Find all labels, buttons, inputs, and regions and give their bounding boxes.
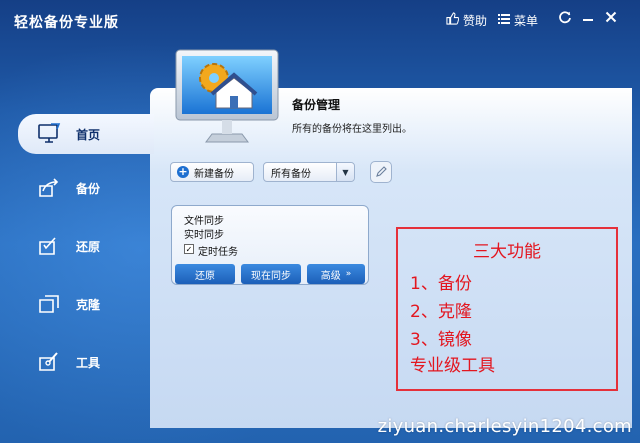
monitor-house-gear-illustration	[172, 48, 282, 144]
thumbs-up-icon	[446, 12, 460, 29]
sidebar-item-label: 还原	[76, 239, 101, 254]
app-title: 轻松备份专业版	[14, 15, 119, 31]
schedule-checkbox[interactable]: ✓	[184, 244, 194, 254]
menu-button[interactable]: 菜单	[498, 12, 538, 29]
schedule-label: 定时任务	[198, 247, 238, 258]
backup-icon	[36, 177, 62, 199]
menu-label: 菜单	[514, 14, 539, 28]
sidebar-item-label: 克隆	[76, 297, 101, 312]
sidebar-item-label: 首页	[76, 127, 101, 142]
page-subtitle: 所有的备份将在这里列出。	[292, 124, 412, 135]
clone-icon	[36, 293, 62, 315]
annotation-line: 1、备份	[410, 274, 472, 294]
annotation-title: 三大功能	[473, 242, 541, 262]
tools-icon	[36, 351, 62, 373]
annotation-line: 2、克隆	[410, 302, 472, 322]
sidebar-item-label: 工具	[76, 355, 101, 370]
annotation-line: 3、镜像	[410, 330, 472, 350]
title-bar: 轻松备份专业版 赞助 菜单	[0, 0, 640, 42]
double-chevron-down-icon: »	[345, 269, 352, 279]
sync-now-button[interactable]: 现在同步	[241, 264, 301, 284]
backup-filter-value: 所有备份	[271, 168, 311, 180]
advanced-button[interactable]: 高级 »	[307, 264, 365, 284]
close-icon	[605, 11, 617, 27]
close-button[interactable]	[602, 10, 620, 28]
sync-now-label: 现在同步	[251, 270, 291, 282]
sidebar-item-label: 备份	[76, 181, 101, 196]
chevron-down-icon: ▼	[336, 163, 354, 181]
new-backup-button[interactable]: + 新建备份	[170, 162, 254, 182]
restore-icon	[36, 235, 62, 257]
restore-button[interactable]: 还原	[175, 264, 235, 284]
plus-icon: +	[177, 165, 189, 178]
task-name: 文件同步	[184, 216, 224, 227]
task-type: 实时同步	[184, 230, 224, 241]
sponsor-button[interactable]: 赞助	[446, 12, 487, 29]
annotation-line: 专业级工具	[410, 356, 495, 376]
restore-label: 还原	[195, 270, 215, 282]
minimize-button[interactable]	[579, 10, 597, 28]
pencil-icon	[375, 163, 387, 182]
new-backup-label: 新建备份	[194, 168, 234, 180]
refresh-button[interactable]	[556, 10, 574, 28]
minimize-icon	[582, 11, 594, 27]
sidebar-item-backup[interactable]: 备份	[18, 168, 168, 208]
watermark-text: ziyuan.charlesyin1204.com	[377, 416, 632, 437]
list-menu-icon	[498, 13, 510, 28]
refresh-icon	[558, 11, 572, 28]
sidebar-item-tools[interactable]: 工具	[18, 342, 168, 382]
backup-filter-select[interactable]: 所有备份 ▼	[263, 162, 355, 182]
feature-annotation-box: 三大功能 1、备份 2、克隆 3、镜像 专业级工具	[396, 227, 618, 391]
home-monitor-icon	[36, 123, 62, 145]
page-title: 备份管理	[292, 98, 341, 112]
backup-task-card: 文件同步 实时同步 ✓ 定时任务 还原 现在同步 高级 »	[171, 205, 369, 285]
advanced-label: 高级	[320, 270, 341, 282]
sidebar-item-clone[interactable]: 克隆	[18, 284, 168, 324]
edit-button[interactable]	[370, 161, 392, 183]
app-window: 轻松备份专业版 赞助 菜单 首页 备份 还原 克隆 工具 备份管理 所有的备份将…	[0, 0, 640, 443]
sidebar-item-restore[interactable]: 还原	[18, 226, 168, 266]
sponsor-label: 赞助	[463, 14, 488, 28]
sidebar-item-home[interactable]: 首页	[18, 114, 154, 154]
